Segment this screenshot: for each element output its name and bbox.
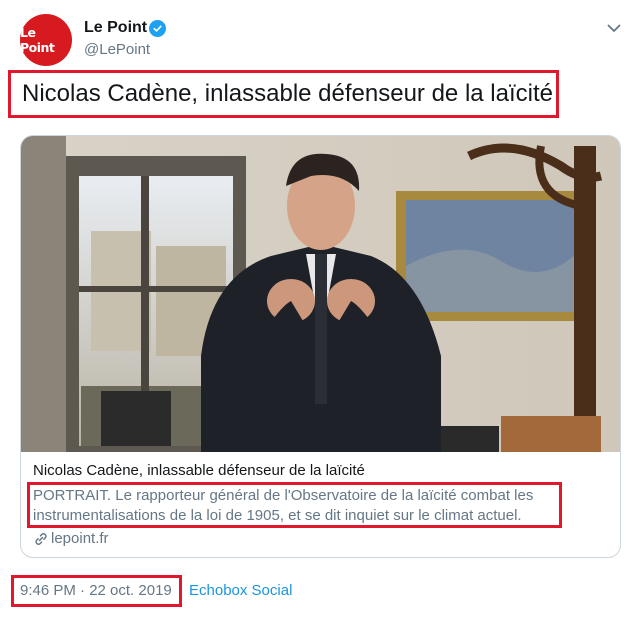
portrait-photo	[21, 136, 620, 452]
avatar-logo-text: Le Point	[20, 25, 55, 55]
verified-badge-icon	[149, 20, 166, 37]
account-handle[interactable]: @LePoint	[84, 41, 150, 58]
account-name[interactable]: Le Point	[84, 19, 147, 37]
card-title[interactable]: Nicolas Cadène, inlassable défenseur de …	[33, 462, 365, 479]
card-domain[interactable]: lepoint.fr	[33, 530, 109, 547]
highlight-box-description	[27, 482, 562, 528]
card-image[interactable]	[21, 136, 620, 452]
card-domain-text: lepoint.fr	[51, 530, 109, 547]
tweet-source-link[interactable]: Echobox Social	[189, 582, 292, 599]
highlight-box-title	[8, 70, 559, 118]
highlight-box-date	[11, 575, 182, 607]
link-icon	[35, 532, 47, 545]
avatar[interactable]: Le Point	[20, 14, 72, 66]
chevron-down-icon[interactable]	[605, 19, 623, 37]
